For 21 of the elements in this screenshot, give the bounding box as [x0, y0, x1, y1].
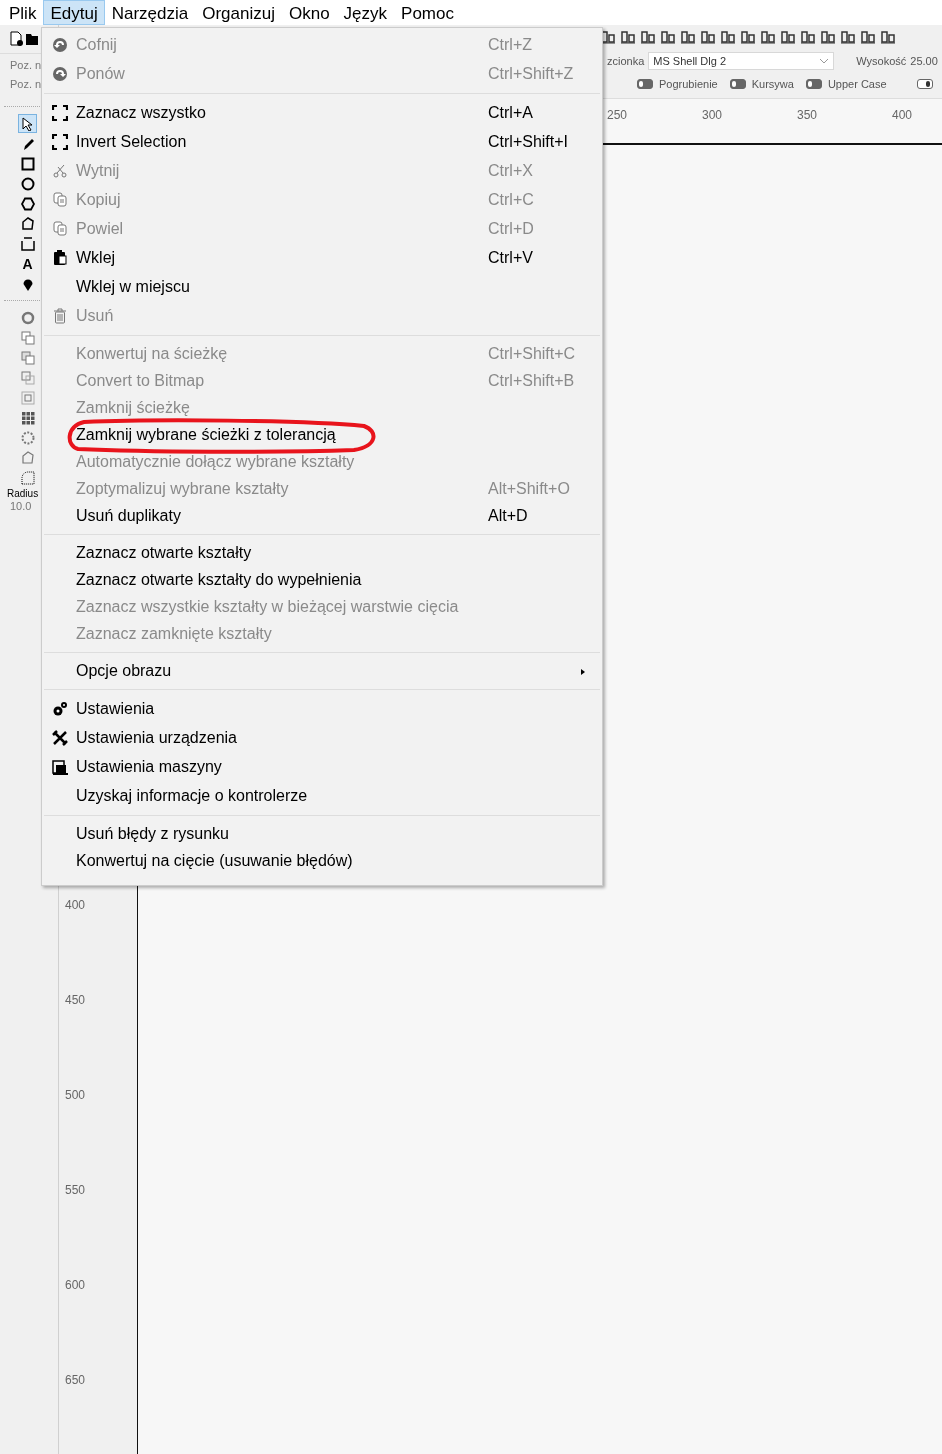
ruler-number: 550: [65, 1183, 86, 1197]
field-label: Poz. n: [9, 58, 42, 73]
ruler-number: 650: [65, 1373, 86, 1387]
text-tool-icon: A: [22, 255, 33, 272]
field-label: Poz. n: [9, 77, 42, 92]
radius-label: Radius: [6, 488, 39, 499]
ruler-number: 600: [65, 1278, 86, 1292]
ruler-number: 350: [797, 107, 819, 124]
height-value: 25.00: [910, 55, 938, 67]
toggle-label: Pogrubienie: [659, 78, 718, 90]
toggle-label: Kursywa: [751, 78, 794, 90]
radius-value: 10.0: [9, 500, 32, 512]
ruler-number: 400: [65, 898, 86, 912]
height-label: Wysokość: [856, 55, 907, 67]
ruler-number: 250: [607, 107, 629, 124]
ruler-number: 450: [65, 993, 86, 1007]
font-label: zcionka: [607, 55, 645, 67]
ruler-number: 300: [702, 107, 724, 124]
ruler-number: 400: [892, 107, 914, 124]
ruler-number: 500: [65, 1088, 86, 1102]
toggle-label: Upper Case: [827, 78, 887, 90]
